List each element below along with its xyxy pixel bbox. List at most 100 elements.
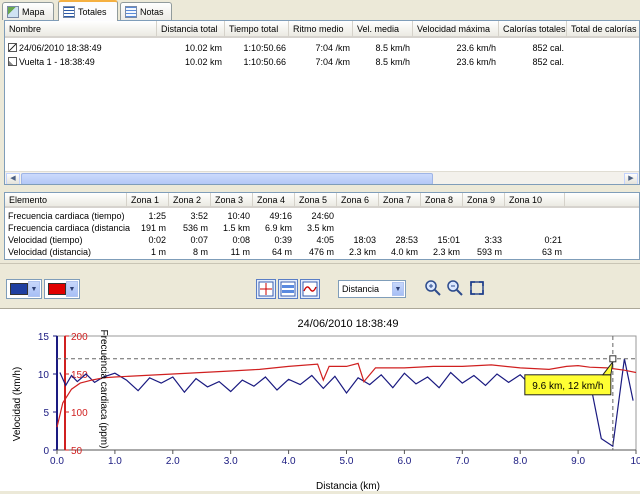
- x-tick-label: 10: [630, 456, 640, 467]
- table-row[interactable]: Velocidad (distancia) 1 m 8 m 11 m 64 m 476 m…: [5, 246, 639, 258]
- column-header-empty: [565, 193, 639, 208]
- column-header[interactable]: Zona 3: [211, 193, 253, 208]
- fit-button[interactable]: [468, 279, 486, 297]
- cell-value: [337, 210, 379, 222]
- cell-value: 191 m: [140, 223, 166, 233]
- cell-value: 852 cal.: [532, 57, 564, 67]
- cell-value: 0:21: [544, 235, 562, 245]
- crosshair-button[interactable]: [256, 279, 276, 299]
- y-left-tick-label: 10: [38, 370, 50, 381]
- tab-bar: Mapa Totales Notas: [0, 0, 640, 21]
- row-label: Frecuencia cardiaca (distancia): [8, 223, 130, 233]
- fit-icon: [470, 281, 484, 295]
- scroll-left-button[interactable]: ◀: [6, 173, 20, 184]
- column-header[interactable]: Zona 7: [379, 193, 421, 208]
- cell-value: [379, 210, 421, 222]
- table-row[interactable]: Vuelta 1 - 18:38:49 10.02 km 1:10:50.66 …: [5, 56, 639, 69]
- column-header[interactable]: Calorías totales: [499, 21, 567, 38]
- column-header[interactable]: Zona 5: [295, 193, 337, 208]
- chart-toolbar: ▼ ▼ Distancia ▼: [0, 270, 640, 308]
- panel-splitter[interactable]: [0, 263, 640, 270]
- column-header[interactable]: Distancia total: [157, 21, 225, 38]
- zoom-in-icon: [425, 280, 441, 296]
- cell-value: 63 m: [541, 247, 562, 257]
- x-tick-label: 3.0: [224, 456, 238, 467]
- tab-mapa[interactable]: Mapa: [2, 2, 54, 20]
- column-header[interactable]: Elemento: [5, 193, 127, 208]
- speed-color-select[interactable]: ▼: [6, 279, 42, 299]
- x-tick-label: 1.0: [108, 456, 122, 467]
- zoom-in-button[interactable]: [424, 279, 442, 297]
- chart-area[interactable]: 24/06/2010 18:38:49 0 5 10 15 50 100 150 200 0.0…: [0, 308, 640, 492]
- lap-icon: [8, 57, 17, 66]
- smooth-line-button[interactable]: [300, 279, 320, 299]
- cell-value: 1:10:50.66: [243, 57, 286, 67]
- column-header[interactable]: Ritmo medio: [289, 21, 353, 38]
- cell-value: 852 cal.: [532, 43, 564, 53]
- cell-value: 24:60: [311, 211, 334, 221]
- cell-value: 0:39: [274, 235, 292, 245]
- column-header[interactable]: Zona 8: [421, 193, 463, 208]
- table-row[interactable]: Velocidad (tiempo) 0:02 0:07 0:08 0:39 4:05 18…: [5, 234, 639, 246]
- zones-table: Elemento Zona 1 Zona 2 Zona 3 Zona 4 Zon…: [4, 192, 640, 260]
- table-icon: [63, 5, 75, 18]
- cell-value: 23.6 km/h: [456, 43, 496, 53]
- line-chart[interactable]: 24/06/2010 18:38:49 051015501001502000.0…: [0, 309, 640, 492]
- column-header[interactable]: Zona 1: [127, 193, 169, 208]
- column-header[interactable]: Velocidad máxima: [413, 21, 499, 38]
- row-label: Frecuencia cardiaca (tiempo): [8, 211, 125, 221]
- cell-value: 10.02 km: [184, 57, 222, 67]
- cell-value: 8.5 km/h: [375, 43, 410, 53]
- marker-label: 9.6 km, 12 km/h: [532, 381, 603, 392]
- scroll-right-button[interactable]: ▶: [624, 173, 638, 184]
- table-row[interactable]: Frecuencia cardiaca (distancia) 191 m 536 …: [5, 222, 639, 234]
- tab-label: Totales: [78, 6, 107, 17]
- cell-value: 2.3 km: [348, 247, 376, 257]
- cell-value: 1.5 km: [222, 223, 250, 233]
- cell-value: 15:01: [437, 235, 460, 245]
- smooth-line-icon: [302, 281, 318, 297]
- hr-color-select[interactable]: ▼: [44, 279, 80, 299]
- column-header[interactable]: Zona 2: [169, 193, 211, 208]
- x-tick-label: 6.0: [397, 456, 411, 467]
- xaxis-select-value: Distancia: [342, 284, 380, 294]
- x-tick-label: 8.0: [513, 456, 527, 467]
- tab-totales[interactable]: Totales: [58, 0, 118, 21]
- column-header[interactable]: Nombre: [5, 21, 157, 38]
- y-right-tick-label: 200: [71, 332, 88, 343]
- column-header[interactable]: Zona 4: [253, 193, 295, 208]
- xaxis-select[interactable]: Distancia ▼: [338, 280, 406, 298]
- column-header[interactable]: Vel. media: [353, 21, 413, 38]
- cell-value: 1:10:50.66: [243, 43, 286, 53]
- chart-title: 24/06/2010 18:38:49: [298, 318, 399, 330]
- cell-value: 23.6 km/h: [456, 57, 496, 67]
- cell-value: 6.9 km: [264, 223, 292, 233]
- cell-value: 3:33: [484, 235, 502, 245]
- cell-value: 3:52: [190, 211, 208, 221]
- cell-value: [463, 210, 505, 222]
- chevron-down-icon: ▼: [28, 281, 40, 297]
- cell-value: 8.5 km/h: [375, 57, 410, 67]
- cell-value: 7:04 /km: [315, 43, 350, 53]
- column-header[interactable]: Zona 9: [463, 193, 505, 208]
- cell-value: 49:16: [269, 211, 292, 221]
- y-axis-left-label: Velocidad (km/h): [12, 367, 23, 441]
- split-view-button[interactable]: [278, 279, 298, 299]
- tab-notas[interactable]: Notas: [120, 2, 172, 20]
- zoom-out-button[interactable]: [446, 279, 464, 297]
- column-header[interactable]: Zona 10: [505, 193, 565, 208]
- split-view-icon: [280, 281, 296, 297]
- cell-value: 0:02: [148, 235, 166, 245]
- notes-icon: [125, 5, 137, 18]
- cell-value: [505, 222, 565, 234]
- marker-point: [609, 355, 617, 363]
- table-row[interactable]: Frecuencia cardiaca (tiempo) 1:25 3:52 10:4…: [5, 210, 639, 222]
- column-header[interactable]: Zona 6: [337, 193, 379, 208]
- x-tick-label: 2.0: [166, 456, 180, 467]
- scrollbar-thumb[interactable]: [21, 173, 433, 184]
- column-header[interactable]: Tiempo total: [225, 21, 289, 38]
- y-left-tick-label: 5: [43, 408, 49, 419]
- table-row[interactable]: 24/06/2010 18:38:49 10.02 km 1:10:50.66 …: [5, 42, 639, 55]
- column-header[interactable]: Total de calorías: [567, 21, 639, 38]
- horizontal-scrollbar[interactable]: ◀ ▶: [5, 171, 639, 184]
